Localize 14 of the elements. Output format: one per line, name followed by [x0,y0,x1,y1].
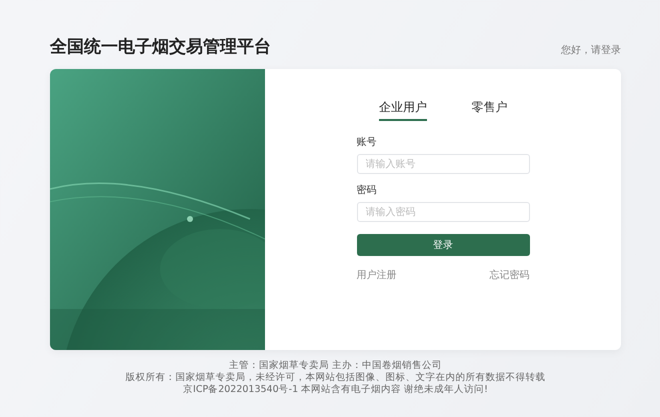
input-field[interactable]: 请输入账号 [356,154,530,174]
forgot-password-link[interactable]: 忘记密码 [490,268,530,282]
register-link[interactable]: 用户注册 [356,268,396,282]
login-button[interactable]: 登录 [356,234,530,256]
footer-text: 主管：国家烟草专卖局 主办：中国卷烟销售公司 [228,360,442,372]
input-field[interactable]: 请输入密码 [356,202,530,222]
footer-text: 京ICP备2022013540号-1 本网站含有电子烟内容 谢绝未成年人访问! [183,384,488,396]
tab[interactable]: 企业用户 [378,99,427,121]
footer-text: 版权所有：国家烟草专卖局，未经许可，本网站包括图像、图标、文字在内的所有数据不得转载 [126,372,546,384]
field-label: 账号 [356,136,378,149]
tab[interactable]: 零售户 [471,99,508,121]
field-label: 密码 [356,184,378,197]
site-title: 全国统一电子烟交易管理平台 [50,36,271,58]
login-link[interactable]: 您好，请登录 [561,43,621,57]
